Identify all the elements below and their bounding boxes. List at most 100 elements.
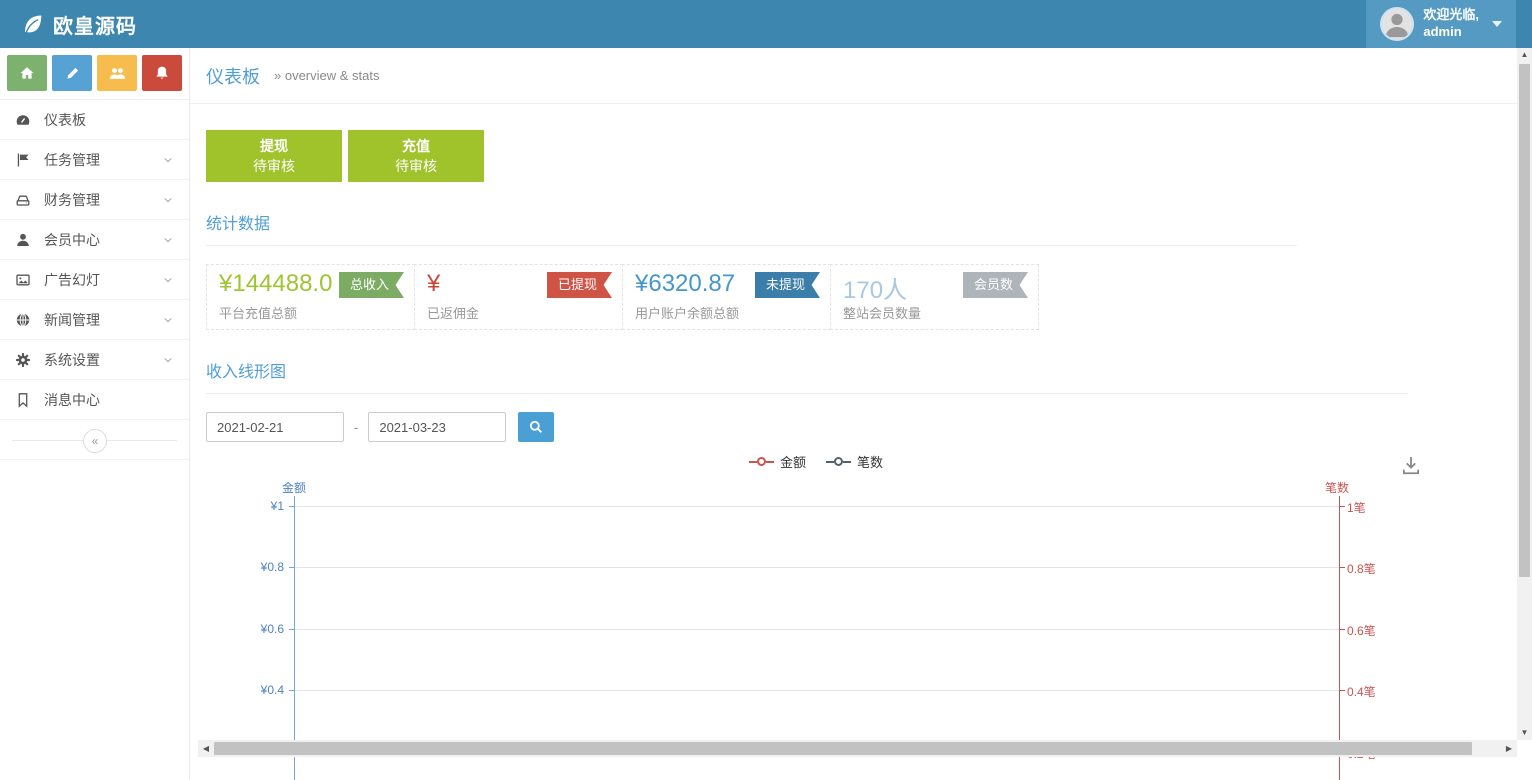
search-button[interactable] bbox=[518, 412, 554, 442]
sidebar-item-tasks[interactable]: 任务管理 bbox=[0, 140, 189, 180]
sidebar-item-label: 系统设置 bbox=[44, 350, 100, 370]
sidebar-item-label: 财务管理 bbox=[44, 190, 100, 210]
main-content: 仪表板 » overview & stats 提现 待审核 充值 待审核 统计数… bbox=[190, 48, 1517, 780]
tick bbox=[1340, 629, 1345, 630]
chevron-down-icon bbox=[162, 194, 174, 206]
legend-marker bbox=[757, 457, 766, 466]
status-badge: 未提现 bbox=[755, 272, 820, 298]
globe-icon bbox=[15, 312, 31, 328]
button-line1: 充值 bbox=[402, 136, 430, 156]
members-button[interactable] bbox=[97, 55, 137, 91]
right-tick-label: 0.6笔 bbox=[1347, 622, 1376, 639]
stat-card-balance: ¥6320.87 未提现 用户账户余额总额 bbox=[622, 264, 831, 330]
vertical-scroll-thumb[interactable] bbox=[1519, 64, 1530, 577]
drive-icon bbox=[15, 192, 31, 208]
download-icon[interactable] bbox=[1400, 454, 1422, 476]
gridline bbox=[295, 506, 1339, 507]
stat-label: 整站会员数量 bbox=[843, 303, 921, 322]
tick bbox=[289, 690, 294, 691]
date-to-input[interactable] bbox=[368, 412, 506, 442]
username: admin bbox=[1423, 24, 1479, 41]
gridline bbox=[295, 567, 1339, 568]
sidebar: 仪表板 任务管理 财务管理 会员中心 bbox=[0, 48, 190, 780]
quick-actions bbox=[0, 48, 189, 100]
horizontal-scrollbar[interactable]: ◀ ▶ bbox=[198, 740, 1517, 757]
sidebar-item-label: 新闻管理 bbox=[44, 310, 100, 330]
chevron-down-icon bbox=[162, 274, 174, 286]
chevron-down-icon bbox=[162, 154, 174, 166]
user-menu[interactable]: 欢迎光临, admin bbox=[1366, 0, 1516, 48]
tick bbox=[289, 629, 294, 630]
breadcrumb-path: » overview & stats bbox=[274, 68, 380, 83]
home-icon bbox=[19, 65, 35, 81]
left-tick-label: ¥1 bbox=[206, 499, 284, 513]
legend-line bbox=[843, 461, 851, 463]
scroll-right-arrow[interactable]: ▶ bbox=[1501, 740, 1517, 757]
scroll-left-arrow[interactable]: ◀ bbox=[198, 740, 214, 757]
sidebar-item-dashboard[interactable]: 仪表板 bbox=[0, 100, 189, 140]
tick bbox=[289, 567, 294, 568]
left-tick-label: ¥0.4 bbox=[206, 683, 284, 697]
app-header: 欧皇源码 欢迎光临, admin bbox=[0, 0, 1532, 48]
divider bbox=[206, 393, 1408, 394]
image-icon bbox=[15, 272, 31, 288]
breadcrumb: 仪表板 » overview & stats bbox=[190, 48, 1517, 104]
chart-legend: 金额 笔数 bbox=[749, 452, 883, 471]
income-section-title: 收入线形图 bbox=[206, 358, 1501, 382]
scroll-up-arrow[interactable]: ▲ bbox=[1517, 48, 1532, 62]
sidebar-item-messages[interactable]: 消息中心 bbox=[0, 380, 189, 420]
sidebar-item-finance[interactable]: 财务管理 bbox=[0, 180, 189, 220]
bell-icon bbox=[154, 65, 170, 81]
status-badge: 会员数 bbox=[963, 272, 1028, 298]
stat-card-members: 170人 会员数 整站会员数量 bbox=[830, 264, 1039, 330]
right-axis-line bbox=[1339, 496, 1340, 780]
legend-line bbox=[766, 461, 774, 463]
left-tick-label: ¥0.8 bbox=[206, 560, 284, 574]
stat-card-commission: ¥ 已提现 已返佣金 bbox=[414, 264, 623, 330]
horizontal-scroll-thumb[interactable] bbox=[214, 742, 1472, 755]
welcome-line: 欢迎光临, bbox=[1423, 7, 1479, 24]
pending-actions: 提现 待审核 充值 待审核 bbox=[206, 130, 1501, 182]
date-separator: - bbox=[354, 420, 358, 435]
status-badge: 总收入 bbox=[339, 272, 404, 298]
button-line2: 待审核 bbox=[395, 156, 437, 176]
sidebar-item-label: 广告幻灯 bbox=[44, 270, 100, 290]
date-from-input[interactable] bbox=[206, 412, 344, 442]
sidebar-collapse-row: « bbox=[0, 426, 189, 460]
button-line1: 提现 bbox=[260, 136, 288, 156]
scroll-down-arrow[interactable]: ▼ bbox=[1517, 726, 1532, 740]
bookmark-icon bbox=[15, 392, 31, 408]
withdraw-review-button[interactable]: 提现 待审核 bbox=[206, 130, 342, 182]
divider bbox=[206, 245, 1297, 246]
home-button[interactable] bbox=[7, 55, 47, 91]
page-title: 仪表板 bbox=[206, 63, 260, 89]
legend-item-amount[interactable]: 金额 bbox=[749, 452, 806, 471]
sidebar-item-label: 消息中心 bbox=[44, 390, 100, 410]
tick bbox=[1340, 506, 1345, 507]
legend-line bbox=[749, 461, 757, 463]
legend-marker bbox=[834, 457, 843, 466]
pencil-icon bbox=[65, 66, 80, 81]
welcome-text: 欢迎光临, admin bbox=[1423, 7, 1479, 41]
sidebar-item-members[interactable]: 会员中心 bbox=[0, 220, 189, 260]
avatar bbox=[1380, 7, 1414, 41]
legend-item-count[interactable]: 笔数 bbox=[826, 452, 883, 471]
sidebar-item-ads[interactable]: 广告幻灯 bbox=[0, 260, 189, 300]
brand-title: 欧皇源码 bbox=[53, 10, 137, 39]
legend-label: 笔数 bbox=[857, 452, 883, 471]
notifications-button[interactable] bbox=[142, 55, 182, 91]
edit-button[interactable] bbox=[52, 55, 92, 91]
person-icon bbox=[1382, 9, 1412, 39]
flag-icon bbox=[15, 152, 31, 168]
sidebar-item-news[interactable]: 新闻管理 bbox=[0, 300, 189, 340]
income-line-chart: 金额 笔数 金额 笔数 bbox=[206, 446, 1501, 780]
sidebar-item-settings[interactable]: 系统设置 bbox=[0, 340, 189, 380]
left-tick-label: ¥0.6 bbox=[206, 622, 284, 636]
vertical-scrollbar[interactable]: ▲ ▼ bbox=[1517, 48, 1532, 740]
stat-cards: ¥144488.0 总收入 平台充值总额 ¥ 已提现 已返佣金 ¥6320.87… bbox=[206, 264, 1501, 330]
right-axis-title: 笔数 bbox=[1325, 479, 1349, 496]
sidebar-collapse-button[interactable]: « bbox=[83, 429, 107, 453]
tick bbox=[1340, 690, 1345, 691]
search-icon bbox=[528, 419, 544, 435]
recharge-review-button[interactable]: 充值 待审核 bbox=[348, 130, 484, 182]
